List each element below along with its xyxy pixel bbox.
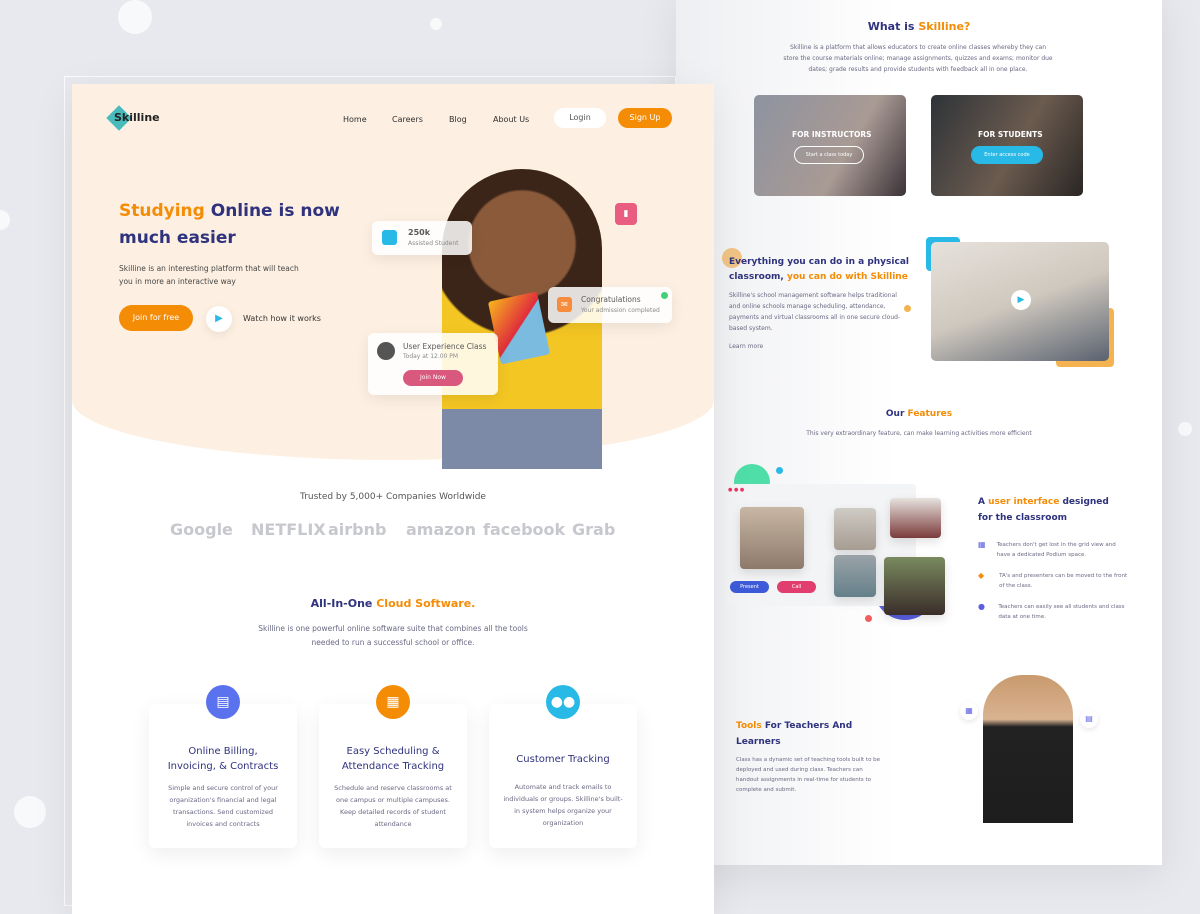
apps-icon: ▦	[960, 702, 978, 720]
allinone-title: All-In-One Cloud Software.	[310, 597, 476, 610]
student-photo	[983, 675, 1073, 823]
bg-circle	[430, 18, 442, 30]
feature-desc: Automate and track emails to individuals…	[503, 783, 623, 827]
facebook-logo: facebook	[483, 520, 566, 539]
stat-card: 250k Assisted Student	[372, 221, 472, 255]
users-icon: ●●	[546, 685, 580, 719]
tools-title: Tools For Teachers And Learners	[736, 721, 853, 747]
nav-blog[interactable]: Blog	[449, 115, 467, 124]
bg-circle	[14, 796, 46, 828]
signup-button[interactable]: Sign Up	[618, 108, 672, 128]
everything-desc: Skilline's school management software he…	[729, 292, 901, 332]
grab-logo: Grab	[572, 520, 616, 539]
instructors-card[interactable]: FOR INSTRUCTORS Start a class today	[754, 95, 906, 196]
play-icon[interactable]: ▶	[1011, 290, 1031, 310]
avatar	[377, 342, 395, 360]
ui-feature-text: TA's and presenters can be moved to the …	[999, 573, 1128, 589]
chart-icon: ▮	[615, 203, 637, 225]
classroom-video[interactable]: ▶	[931, 242, 1109, 361]
ui-feature-item: ◆ TA's and presenters can be moved to the…	[978, 571, 1128, 602]
trusted-text: Trusted by 5,000+ Companies Worldwide	[300, 492, 486, 502]
airbnb-logo: airbnb	[328, 520, 387, 539]
feature-title: Customer Tracking	[516, 754, 610, 765]
deco-dot	[865, 615, 872, 622]
right-page: What is Skilline? Skilline is a platform…	[676, 0, 1162, 865]
video-tile	[890, 498, 941, 538]
watch-link[interactable]: Watch how it works	[243, 314, 321, 323]
nav-careers[interactable]: Careers	[392, 115, 423, 124]
start-class-button[interactable]: Start a class today	[794, 146, 864, 164]
deco-dot	[904, 305, 911, 312]
google-logo: Google	[170, 520, 233, 539]
bg-circle	[118, 0, 152, 34]
class-card: User Experience Class Today at 12.00 PM …	[368, 333, 498, 395]
ui-title: A user interface designed for the classr…	[978, 497, 1109, 523]
hero-title: Studying Online is now much easier	[119, 201, 340, 248]
enter-access-code-button[interactable]: Enter access code	[971, 146, 1043, 164]
ui-feature-item: ● Teachers can easily see all students an…	[978, 602, 1128, 633]
ui-feature-text: Teachers can easily see all students and…	[998, 604, 1125, 620]
document-icon: ▤	[206, 685, 240, 719]
users-icon: ●	[978, 602, 985, 611]
left-page: Skilline Home Careers Blog About Us Logi…	[72, 84, 714, 914]
join-free-button[interactable]: Join for free	[119, 305, 193, 331]
students-card[interactable]: FOR STUDENTS Enter access code	[931, 95, 1083, 196]
window-dots-icon: ● ● ●	[728, 487, 745, 493]
ui-feature-item: ▦ Teachers don't get lost in the grid vie…	[978, 540, 1128, 571]
feature-desc: Schedule and reserve classrooms at one c…	[334, 784, 452, 828]
calendar-icon	[382, 230, 397, 245]
what-title: What is Skilline?	[867, 20, 971, 33]
nav-about[interactable]: About Us	[493, 115, 529, 124]
join-now-button[interactable]: Join Now	[403, 370, 463, 386]
amazon-logo: amazon	[406, 520, 476, 539]
ui-feature-text: Teachers don't get lost in the grid view…	[996, 542, 1116, 558]
brand-logo[interactable]: Skilline	[114, 111, 160, 124]
feature-card-tracking: Customer Tracking Automate and track emai…	[489, 704, 637, 848]
feature-title: Online Billing, Invoicing, & Contracts	[167, 746, 279, 772]
class-title: User Experience Class	[403, 342, 487, 351]
tools-desc: Class has a dynamic set of teaching tool…	[736, 757, 881, 793]
learn-more-link[interactable]: Learn more	[729, 341, 763, 353]
features-title: Our Features	[885, 409, 953, 419]
mail-icon: ✉	[557, 297, 572, 312]
allinone-desc: Skilline is one powerful online software…	[258, 624, 528, 647]
nav-home[interactable]: Home	[343, 115, 367, 124]
feature-card-scheduling: Easy Scheduling & Attendance Tracking Sch…	[319, 704, 467, 848]
students-label: FOR STUDENTS	[978, 130, 1043, 139]
video-tile	[834, 508, 876, 550]
class-time: Today at 12.00 PM	[403, 353, 459, 360]
congrats-sub: Your admission completed	[581, 307, 660, 314]
check-icon	[661, 292, 668, 299]
features-desc: This very extraordinary feature, can mak…	[806, 430, 1032, 437]
hero-desc: Skilline is an interesting platform that…	[119, 264, 299, 286]
feature-card-billing: Online Billing, Invoicing, & Contracts Si…	[149, 704, 297, 848]
video-tile	[884, 557, 945, 615]
instructors-label: FOR INSTRUCTORS	[792, 130, 872, 139]
bg-circle	[0, 210, 10, 230]
video-tile	[740, 507, 804, 569]
deco-dot	[776, 467, 783, 474]
play-icon[interactable]: ▶	[206, 306, 232, 332]
calendar-icon: ▦	[376, 685, 410, 719]
video-tile	[834, 555, 876, 597]
login-button[interactable]: Login	[554, 108, 606, 128]
grid-icon: ▦	[978, 540, 986, 549]
present-button[interactable]: Present	[730, 581, 769, 593]
netflix-logo: NETFLIX	[251, 520, 326, 539]
congrats-card: ✉ Congratulations Your admission complet…	[548, 287, 672, 323]
stat-label: Assisted Student	[408, 240, 459, 247]
congrats-title: Congratulations	[581, 295, 641, 304]
call-button[interactable]: Call	[777, 581, 816, 593]
feature-desc: Simple and secure control of your organi…	[168, 784, 278, 828]
layers-icon: ◆	[978, 571, 985, 580]
stat-value: 250k	[408, 228, 431, 237]
ui-feature-list: ▦ Teachers don't get lost in the grid vie…	[978, 540, 1128, 633]
calendar-icon: ▤	[1080, 710, 1098, 728]
everything-title: Everything you can do in a physical clas…	[729, 257, 909, 282]
feature-title: Easy Scheduling & Attendance Tracking	[341, 746, 445, 772]
what-desc: Skilline is a platform that allows educa…	[783, 44, 1053, 73]
bg-circle	[1178, 422, 1192, 436]
